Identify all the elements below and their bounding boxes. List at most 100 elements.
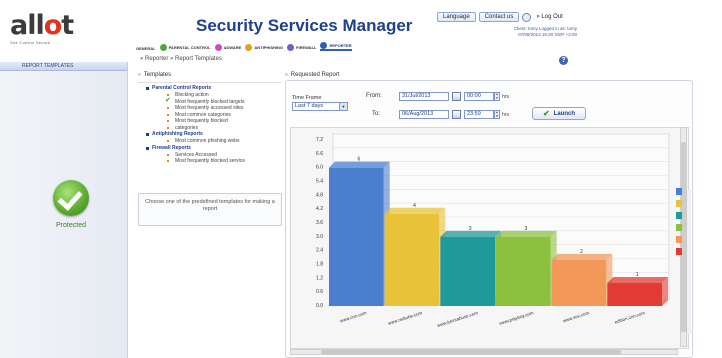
logout-label: Log Out — [541, 14, 563, 20]
templates-list: Parental Control Reports Blocking action… — [138, 82, 282, 165]
launch-label: Launch — [553, 110, 576, 117]
sidebar-tab-report-templates[interactable]: REPORT TEMPLATES — [0, 62, 127, 71]
user-info: Client: tomy Logged in as: tomy 07/08/20… — [481, 26, 577, 38]
time-frame-select[interactable]: Last 7 days ▼ — [292, 102, 348, 111]
x-category-label: www.playboy.com — [499, 310, 535, 326]
y-tick-label: 3.6 — [316, 220, 323, 226]
template-hint: Choose one of the predefined templates f… — [138, 193, 282, 226]
bar-value-label: 6 — [357, 157, 360, 163]
tab-reporter-label: REPORTER — [329, 43, 352, 48]
x-category-label: www.beintabuse.com — [436, 310, 478, 328]
x-category-label: www.cnn.com — [339, 310, 367, 323]
y-tick-label: 6.0 — [316, 165, 323, 171]
bar-chart: 0.0 0.6 1.2 1.8 2.4 3.0 3.6 4.2 4.8 5.4 6.0 6.6 7.2 6… — [316, 133, 670, 328]
from-label: From: — [366, 93, 382, 99]
to-time-spinner[interactable]: ▲ ▼ — [494, 110, 500, 119]
launch-button[interactable]: ✔ Launch — [532, 107, 586, 120]
tab-antiphishing-label: ANTIPHISHING — [254, 45, 284, 50]
template-group[interactable]: Firewall Reports — [138, 145, 282, 152]
tab-reporter[interactable]: REPORTER — [320, 42, 352, 51]
y-tick-label: 0.6 — [316, 289, 323, 295]
bar-value-label: 4 — [413, 203, 416, 209]
report-chart: 0.0 0.6 1.2 1.8 2.4 3.0 3.6 4.2 4.8 5.4 6.0 6.6 7.2 6… — [290, 127, 689, 349]
from-date-input[interactable]: 31/Jul/2013 — [399, 92, 449, 101]
breadcrumb: » Reporter » Report Templates — [140, 56, 222, 62]
bar — [551, 259, 607, 306]
time-frame-label: Time Frame — [292, 95, 322, 101]
protected-check-icon — [53, 180, 89, 216]
antiphishing-icon — [245, 44, 253, 51]
chevron-right-icon: » — [285, 72, 288, 78]
help-icon[interactable]: ? — [559, 56, 568, 65]
legend-swatch — [676, 248, 682, 255]
scroll-thumb[interactable] — [321, 350, 621, 354]
chart-legend — [676, 188, 686, 260]
chevron-right-icon: » — [138, 72, 141, 78]
to-time-input[interactable]: 23:59 — [464, 110, 494, 119]
bar — [329, 167, 384, 306]
page-title: Security Services Manager — [196, 16, 413, 35]
tab-adware-label: ADWARE — [223, 45, 242, 50]
requested-report-title: Requested Report — [290, 72, 340, 78]
time-frame-value: Last 7 days — [295, 103, 324, 109]
template-group[interactable]: Antiphishing Reports — [138, 131, 282, 138]
y-tick-label: 4.2 — [316, 206, 323, 212]
dropdown-arrow-icon: ▼ — [339, 103, 347, 110]
requested-report: » Requested Report Time Frame Last 7 day… — [285, 72, 693, 358]
calendar-icon[interactable] — [452, 110, 461, 119]
info-icon[interactable] — [522, 12, 532, 22]
sidebar: REPORT TEMPLATES Protected — [0, 62, 128, 358]
reporter-icon — [320, 42, 328, 49]
to-hrs-label: hrs — [502, 112, 509, 118]
page-scrollbar[interactable] — [686, 190, 691, 334]
bar — [607, 282, 662, 306]
from-time-input[interactable]: 00:00 — [464, 92, 494, 101]
tab-parental-control-label: PARENTAL CONTROL — [168, 45, 211, 50]
calendar-icon[interactable] — [452, 92, 461, 101]
bar — [384, 213, 440, 306]
y-tick-label: 0.0 — [316, 303, 323, 309]
tab-general-label: GENERAL — [136, 46, 156, 51]
from-hrs-label: hrs — [502, 94, 509, 100]
from-time-spinner[interactable]: ▲ ▼ — [494, 92, 500, 101]
language-button[interactable]: Language — [437, 12, 476, 22]
tab-parental-control[interactable]: PARENTAL CONTROL — [159, 44, 211, 51]
y-tick-label: 4.8 — [316, 192, 323, 198]
tab-firewall-label: FIREWALL — [296, 45, 317, 50]
to-date-input[interactable]: 06/Aug/2013 — [399, 110, 449, 119]
templates-header: » Templates — [138, 72, 282, 78]
service-tabs: GENERAL PARENTAL CONTROL ADWARE ANTIPHIS… — [136, 42, 352, 51]
main-content: » Templates Parental Control Reports Blo… — [133, 66, 695, 358]
bar-value-label: 3 — [469, 226, 472, 232]
y-tick-label: 1.8 — [316, 262, 323, 268]
y-tick-label: 3.0 — [316, 234, 323, 240]
legend-swatch — [676, 200, 682, 207]
parental-control-icon — [159, 44, 167, 51]
tab-firewall[interactable]: FIREWALL — [287, 44, 316, 51]
legend-swatch — [676, 224, 682, 231]
x-category-label: www.sex.com — [562, 310, 590, 323]
tab-adware[interactable]: ADWARE — [214, 44, 242, 51]
template-group[interactable]: Parental Control Reports — [138, 85, 282, 92]
template-item[interactable]: Most frequently blocked service — [138, 158, 282, 165]
tab-antiphishing[interactable]: ANTIPHISHING — [245, 44, 283, 51]
y-tick-label: 5.4 — [316, 179, 323, 185]
tab-general[interactable]: GENERAL — [136, 46, 156, 51]
y-tick-label: 7.2 — [316, 137, 323, 143]
protected-label: Protected — [56, 222, 86, 229]
templates-panel: » Templates Parental Control Reports Blo… — [138, 72, 282, 196]
x-category-label: www.redtube.com — [387, 310, 423, 326]
adware-icon — [214, 44, 222, 51]
legend-swatch — [676, 188, 682, 195]
bar — [496, 236, 551, 306]
y-tick-label: 1.2 — [316, 275, 323, 281]
chart-horizontal-scrollbar[interactable] — [290, 349, 678, 355]
bar-value-label: 2 — [580, 249, 583, 255]
legend-swatch — [676, 212, 682, 219]
top-links: Language Contact us » Log Out — [437, 12, 563, 22]
launch-check-icon: ✔ — [542, 109, 550, 118]
logout-link[interactable]: » Log Out — [536, 14, 562, 20]
protection-status: Protected — [48, 180, 94, 229]
contact-button[interactable]: Contact us — [478, 12, 520, 22]
legend-swatch — [676, 236, 682, 243]
